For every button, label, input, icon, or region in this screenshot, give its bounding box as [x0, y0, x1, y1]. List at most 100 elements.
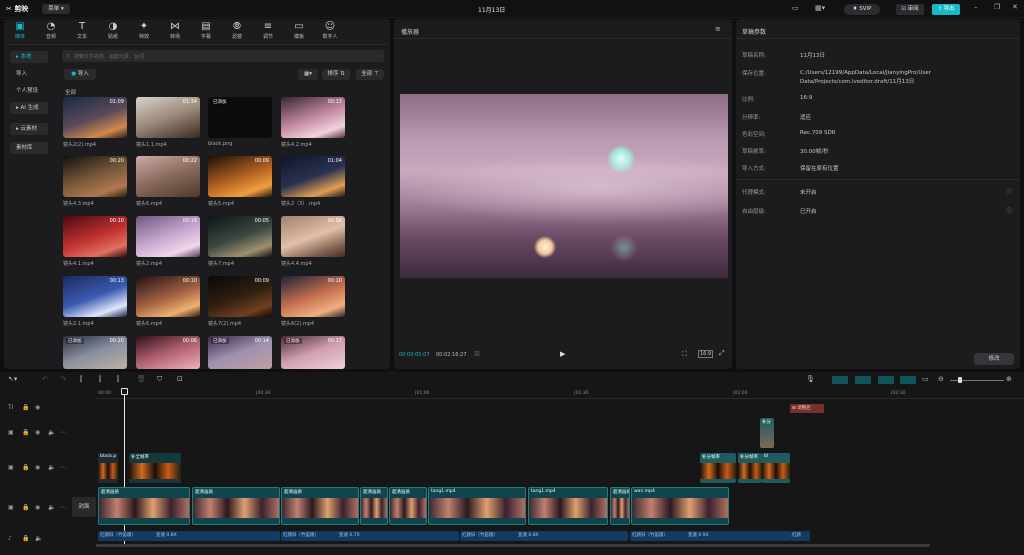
tab-filter[interactable]: ⦾ 滤镜 [223, 20, 251, 44]
main-clip[interactable]: tang1.mp4 [528, 487, 608, 525]
media-thumbnail[interactable]: 00:05 [208, 216, 272, 257]
maximize-icon[interactable]: ❐ [994, 3, 1000, 11]
sidebar-item[interactable]: 个人预设 [10, 85, 48, 97]
more-icon[interactable]: ⋯ [60, 429, 66, 436]
more-icon[interactable]: ⋯ [60, 464, 66, 471]
sidebar-item[interactable]: ▸ 本地 [10, 51, 48, 63]
eye-icon[interactable]: ◉ [35, 504, 40, 511]
media-thumbnail[interactable]: 00:20 [63, 156, 127, 197]
media-thumbnail[interactable]: 00:06 [136, 336, 200, 369]
menu-lines-icon[interactable]: ≡ [715, 25, 721, 33]
tab-text[interactable]: T 文本 [68, 20, 96, 44]
eye-icon[interactable]: ◉ [35, 404, 40, 411]
media-thumbnail[interactable]: 00:09 [208, 156, 272, 197]
link-track-icon[interactable] [855, 376, 871, 384]
filter-button[interactable]: 全部 ⊤ [356, 69, 384, 80]
fit-icon[interactable]: ⛶ [682, 350, 687, 359]
media-thumbnail[interactable]: 00:09 [208, 276, 272, 317]
timeline-scrollbar[interactable] [96, 544, 930, 547]
undo-icon[interactable]: ↶ [42, 375, 48, 383]
speaker-icon[interactable]: 🔈 [35, 535, 42, 542]
video-clip[interactable]: 补分帧率 [700, 453, 736, 483]
media-thumbnail[interactable]: 01:34 [136, 97, 200, 138]
review-button[interactable]: ⊡ 审阅 [896, 4, 924, 15]
tab-media[interactable]: ▣ 媒体 [6, 20, 34, 44]
text-clip[interactable]: ⊞ 调整后 [790, 404, 824, 413]
info-icon[interactable]: ⓘ [1006, 187, 1012, 196]
media-thumbnail[interactable]: 00:17 已添加 [281, 336, 345, 369]
info-icon[interactable]: ⓘ [1006, 206, 1012, 215]
split-left-icon[interactable]: ⫿ [99, 375, 101, 384]
delete-icon[interactable]: 🗑 [137, 375, 146, 383]
sidebar-item[interactable]: ▸ 云素材 [10, 123, 48, 135]
media-thumbnail[interactable]: 00:14 已添加 [208, 336, 272, 369]
view-toggle[interactable]: ▦▾ [298, 69, 318, 80]
overlay-clip[interactable]: 补分 [760, 418, 774, 448]
layout-icon[interactable]: ▭ [792, 4, 799, 12]
more-icon[interactable]: ⋯ [60, 504, 66, 511]
main-clip[interactable]: 超清画质 [360, 487, 388, 525]
video-clip[interactable]: 补全帧率 [129, 453, 181, 483]
media-thumbnail[interactable]: 00:06 [281, 216, 345, 257]
media-thumbnail[interactable]: 00:13 [281, 97, 345, 138]
import-button[interactable]: ● 导入 [64, 69, 96, 80]
video-clip[interactable]: bl [762, 453, 790, 483]
media-thumbnail[interactable]: 00:10 [281, 276, 345, 317]
audio-clip[interactable]: 红颜旧（竹笛版） 变速 0.9X [630, 531, 790, 541]
media-thumbnail[interactable]: 00:10 [63, 216, 127, 257]
shield-icon[interactable]: ⛉ [157, 375, 162, 384]
video-clip[interactable]: 补分帧率 [738, 453, 762, 483]
speaker-icon[interactable]: 🔈 [48, 429, 55, 436]
tab-audio[interactable]: ◔ 音频 [37, 20, 65, 44]
lock-icon[interactable]: 🔒 [22, 404, 29, 411]
video-clip[interactable]: black.p [98, 453, 118, 483]
eye-icon[interactable]: ◉ [35, 429, 40, 436]
crop-icon[interactable]: ⊡ [177, 375, 183, 383]
media-thumbnail[interactable]: 00:10 [136, 276, 200, 317]
audio-clip[interactable]: 红颜旧（竹笛版） 变速 0.8X [460, 531, 628, 541]
tab-template[interactable]: ▭ 模板 [285, 20, 313, 44]
lock-icon[interactable]: 🔒 [22, 429, 29, 436]
snap-icon[interactable] [878, 376, 894, 384]
main-clip[interactable]: tang1.mp4 [428, 487, 526, 525]
speaker-icon[interactable]: 🔈 [48, 504, 55, 511]
close-icon[interactable]: ✕ [1012, 3, 1018, 11]
media-thumbnail[interactable]: 已添加 [208, 97, 272, 138]
media-thumbnail[interactable]: 01:04 [281, 156, 345, 197]
eye-icon[interactable]: ◉ [35, 464, 40, 471]
fullscreen-icon[interactable]: ⤢ [719, 349, 725, 358]
media-thumbnail[interactable]: 01:09 [63, 97, 127, 138]
tab-adjust[interactable]: ≡ 调节 [254, 20, 282, 44]
main-clip[interactable]: 超清画质 [98, 487, 190, 525]
sidebar-item[interactable]: ▸ AI 生成 [10, 102, 48, 114]
zoom-fit-icon[interactable]: ▭ [922, 375, 929, 383]
split-right-icon[interactable]: ⫿ [117, 375, 119, 384]
redo-icon[interactable]: ↷ [60, 375, 66, 383]
audio-clip[interactable]: 红颜 [790, 531, 810, 541]
ratio-button[interactable]: 16:9 [698, 350, 714, 358]
search-box[interactable]: ⌕ 搜索文件名称、画面元素、台词 [62, 50, 384, 62]
zoom-in-icon[interactable]: ⊕ [1006, 375, 1012, 383]
zoom-handle[interactable] [958, 377, 962, 383]
sidebar-item[interactable]: 导入 [10, 68, 48, 80]
media-thumbnail[interactable]: 00:22 [136, 156, 200, 197]
menu-button[interactable]: 菜单 ▾ [42, 4, 70, 14]
media-thumbnail[interactable]: 00:16 [136, 216, 200, 257]
minimize-icon[interactable]: – [974, 3, 978, 11]
main-clip[interactable]: 超清画质 [192, 487, 280, 525]
zoom-out-icon[interactable]: ⊖ [938, 375, 944, 383]
tab-sticker[interactable]: ◑ 贴纸 [99, 20, 127, 44]
sidebar-item[interactable]: 素材库 [10, 142, 48, 154]
link-main-icon[interactable] [832, 376, 848, 384]
preview-axis-icon[interactable] [900, 376, 916, 384]
tab-avatar[interactable]: ☺ 数字人 [316, 20, 344, 44]
sort-button[interactable]: 排序 ⇅ [322, 69, 350, 80]
tab-transition[interactable]: ⋈ 转场 [161, 20, 189, 44]
play-icon[interactable]: ▶ [560, 350, 565, 358]
microphone-icon[interactable]: 🎙 [806, 375, 815, 383]
tab-effect[interactable]: ✦ 特效 [130, 20, 158, 44]
playhead-handle[interactable] [121, 388, 128, 395]
lock-icon[interactable]: 🔒 [22, 504, 29, 511]
cursor-icon[interactable]: ↖▾ [8, 375, 17, 383]
svip-badge[interactable]: ♦ SVIP [844, 4, 880, 15]
